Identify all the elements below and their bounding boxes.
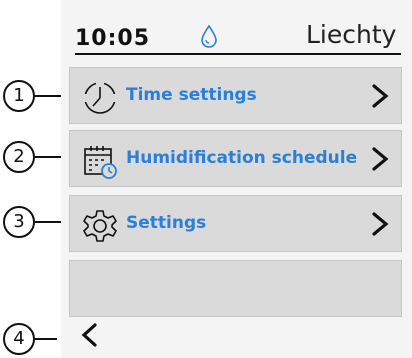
status-bar: 10:05 Liechty — [61, 0, 412, 56]
gear-icon — [83, 210, 117, 242]
water-drop-icon — [201, 24, 217, 48]
callout-2: 2 — [3, 141, 35, 173]
menu-item-empty — [69, 260, 402, 317]
menu-item-label: Humidification schedule — [126, 148, 358, 168]
device-screen: 10:05 Liechty Time settings Humidificati… — [61, 0, 412, 358]
brand-logo: Liechty — [306, 20, 397, 49]
chevron-right-icon — [372, 212, 389, 236]
callout-4-leader — [35, 338, 57, 340]
clock-time: 10:05 — [75, 26, 151, 51]
callout-1: 1 — [3, 80, 35, 112]
clock-icon — [83, 81, 117, 114]
chevron-right-icon — [372, 147, 389, 171]
callout-4: 4 — [3, 323, 35, 355]
menu-item-settings[interactable]: Settings — [69, 195, 402, 252]
chevron-right-icon — [372, 84, 389, 108]
menu-item-label: Settings — [126, 213, 207, 233]
menu-item-humidification-schedule[interactable]: Humidification schedule — [69, 130, 402, 187]
back-button[interactable] — [79, 322, 101, 348]
status-divider — [75, 53, 401, 55]
calendar-clock-icon — [84, 146, 117, 179]
menu-item-time-settings[interactable]: Time settings — [69, 67, 402, 124]
menu-item-label: Time settings — [126, 85, 257, 105]
callout-3: 3 — [3, 206, 35, 238]
